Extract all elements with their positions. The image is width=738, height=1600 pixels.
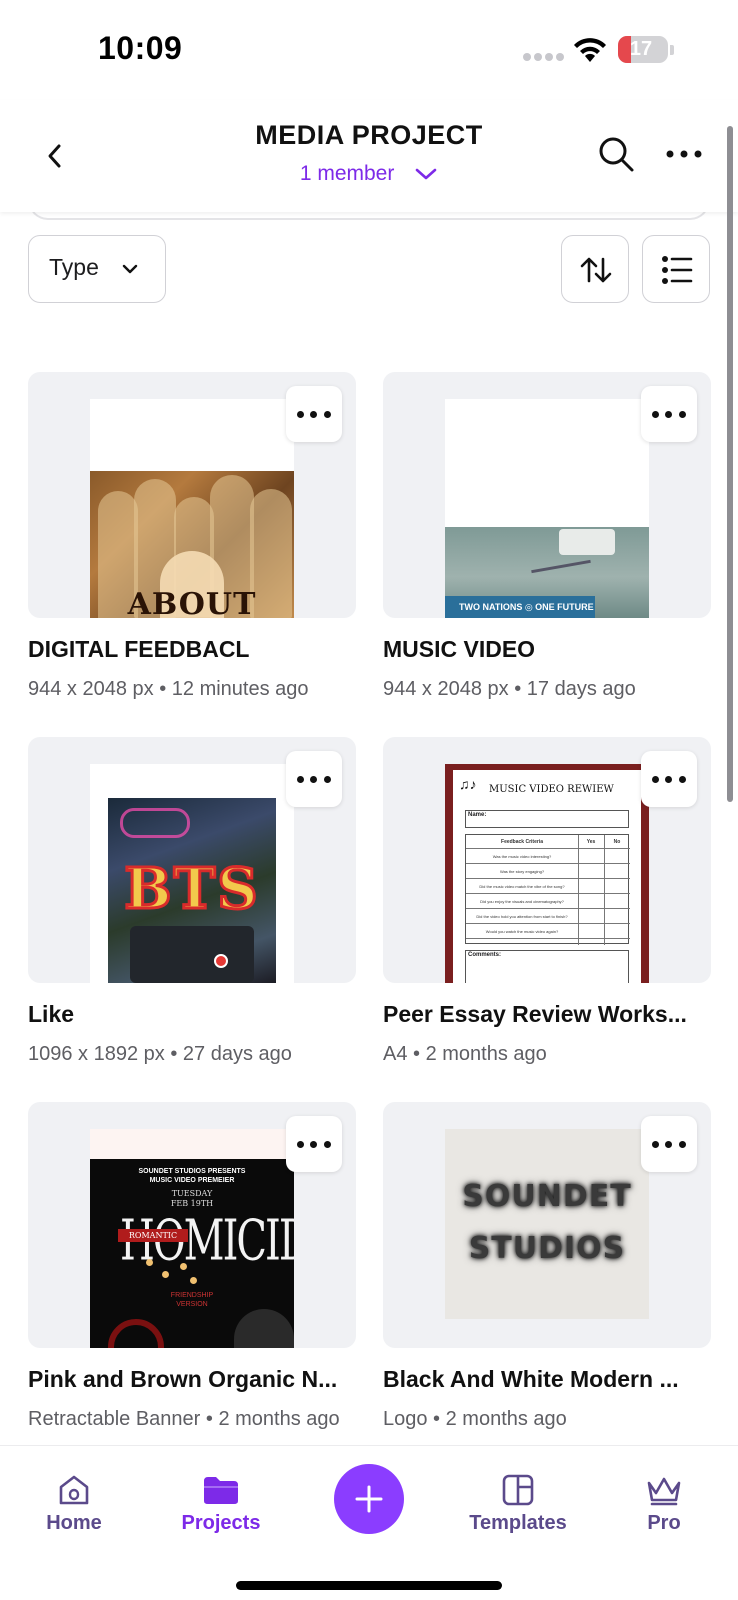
poster-date: TUESDAY FEB 19TH [170,1189,214,1208]
thumbnail-text: ABOUT [127,587,257,618]
logo-line-1: SOUNDET [462,1179,632,1214]
design-thumbnail[interactable]: BTS [28,737,356,983]
design-thumbnail[interactable]: ♫♪ MUSIC VIDEO REWIEW Name: Feedback Cri… [383,737,711,983]
poster-heading: SOUNDET STUDIOS PRESENTS MUSIC VIDEO PRE… [138,1168,246,1184]
nav-projects[interactable]: Projects [151,1446,291,1556]
scrollbar[interactable] [727,126,733,802]
card-options-button[interactable] [641,751,697,807]
design-card[interactable]: SOUNDET STUDIOS PRESENTS MUSIC VIDEO PRE… [28,1102,356,1430]
music-notes-icon: ♫♪ [459,776,477,792]
card-meta: 1096 x 1892 px • 27 days ago [28,1043,292,1065]
signal-icon [523,53,564,63]
type-filter-button[interactable]: Type [28,235,166,303]
design-thumbnail[interactable]: SOUNDET STUDIOS PRESENTS MUSIC VIDEO PRE… [28,1102,356,1348]
type-filter-label: Type [49,254,99,280]
nav-projects-label: Projects [181,1512,261,1534]
sort-button[interactable] [561,235,629,303]
battery-icon: 17 [618,36,668,63]
design-card[interactable]: ♫♪ MUSIC VIDEO REWIEW Name: Feedback Cri… [383,737,711,1065]
card-options-button[interactable] [286,751,342,807]
folder-icon [204,1477,238,1504]
members-label: 1 member [299,162,395,185]
design-card[interactable]: TWO NATIONS ◎ ONE FUTURE MUSIC VIDEO 944… [383,372,711,700]
design-card[interactable]: SOUNDET STUDIOS Black And White Modern .… [383,1102,711,1430]
list-view-icon [662,256,693,284]
rubric-header: Feedback Criteria [501,839,543,845]
chevron-down-icon [415,169,437,180]
rubric-criterion: Was the story engaging? [499,869,545,874]
nav-pro-label: Pro [647,1512,681,1534]
design-card[interactable]: ABOUT DIGITAL FEEDBACL 944 x 2048 px • 1… [28,372,356,700]
card-title[interactable]: Peer Essay Review Works... [383,1001,711,1028]
card-title[interactable]: Black And White Modern ... [383,1366,711,1393]
rubric-yes: Yes [586,839,596,845]
thumbnail-text: SOUNDET STUDIOS [445,1171,649,1275]
rubric-no: No [613,839,621,845]
wifi-icon [574,38,606,62]
crown-icon [647,1477,681,1506]
card-options-button[interactable] [641,1116,697,1172]
status-time: 10:09 [98,30,183,66]
rubric-criterion: Did the video hold you attention from st… [476,914,568,919]
card-title[interactable]: Like [28,1001,356,1028]
list-view-button[interactable] [642,235,710,303]
status-bar: 10:09 17 [0,0,738,100]
project-header: MEDIA PROJECT 1 member [0,100,738,212]
poster-version: FRIENDSHIP VERSION [170,1292,214,1308]
plus-icon [355,1485,383,1513]
nav-templates[interactable]: Templates [448,1446,588,1556]
rubric-name-field: Name: [465,810,629,828]
home-icon [59,1475,89,1505]
chevron-down-icon [122,264,138,274]
rubric-criterion: Would you watch the music video again? [485,929,559,934]
thumbnail-text: TWO NATIONS ◎ ONE FUTURE [445,596,595,618]
card-title[interactable]: Pink and Brown Organic N... [28,1366,356,1393]
thumbnail-text: MUSIC VIDEO REWIEW [489,784,614,795]
card-title[interactable]: MUSIC VIDEO [383,636,711,663]
logo-line-2: STUDIOS [468,1231,626,1266]
thumbnail-text: BTS [123,855,260,924]
rubric-table: Feedback Criteria Yes No Was the music v… [465,834,630,945]
card-options-button[interactable] [286,1116,342,1172]
design-card[interactable]: BTS Like 1096 x 1892 px • 27 days ago [28,737,356,1065]
card-meta: A4 • 2 months ago [383,1043,547,1065]
nav-home-label: Home [46,1512,102,1534]
battery-level: 17 [629,38,653,60]
card-options-button[interactable] [641,386,697,442]
more-icon[interactable] [664,140,704,168]
nav-templates-label: Templates [469,1512,567,1534]
home-indicator [236,1581,502,1590]
templates-icon [502,1474,534,1506]
card-title[interactable]: DIGITAL FEEDBACL [28,636,356,663]
design-thumbnail[interactable]: ABOUT [28,372,356,618]
create-button[interactable] [334,1464,404,1534]
nav-home[interactable]: Home [4,1446,144,1556]
card-meta: 944 x 2048 px • 12 minutes ago [28,678,309,700]
rubric-comments: Comments: [465,950,629,983]
card-meta: 944 x 2048 px • 17 days ago [383,678,636,700]
sort-icon [580,257,612,283]
design-thumbnail[interactable]: SOUNDET STUDIOS [383,1102,711,1348]
rubric-criterion: Was the music video interesting? [492,854,552,859]
design-thumbnail[interactable]: TWO NATIONS ◎ ONE FUTURE [383,372,711,618]
bottom-nav: Home Projects Templates Pro [0,1445,738,1600]
poster-tag: ROMANTIC [118,1229,188,1242]
search-icon[interactable] [596,134,636,174]
card-meta: Retractable Banner • 2 months ago [28,1408,340,1430]
card-meta: Logo • 2 months ago [383,1408,567,1430]
nav-pro[interactable]: Pro [594,1446,734,1556]
card-options-button[interactable] [286,386,342,442]
rubric-criterion: Did the music video match the vibe of th… [479,884,565,889]
rubric-criterion: Did you enjoy the visuals and cinematogr… [480,899,564,904]
